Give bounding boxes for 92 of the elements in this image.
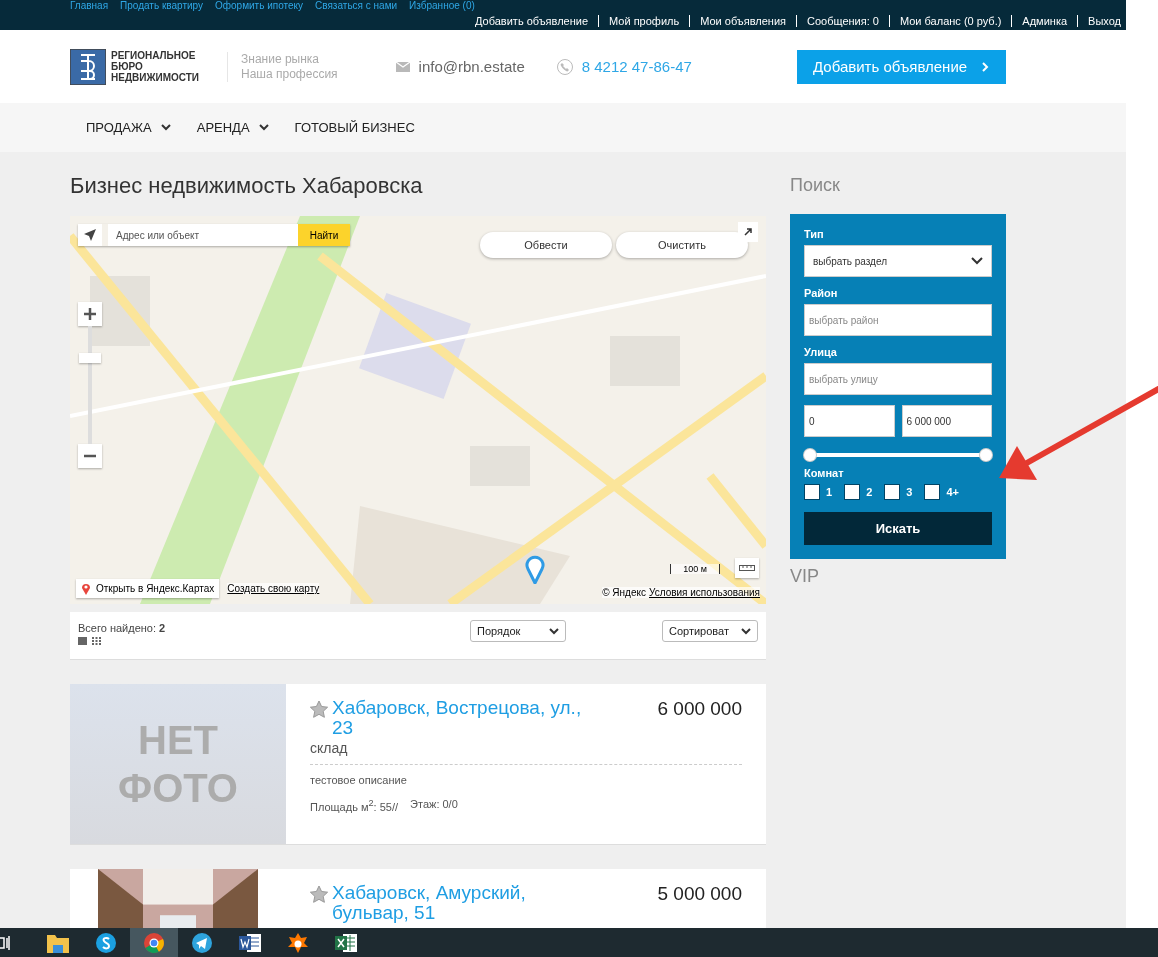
field-label: Район bbox=[804, 287, 839, 299]
user-menu-link[interactable]: Мой профиль bbox=[598, 15, 690, 27]
ruler-icon bbox=[739, 565, 755, 571]
user-menu-link[interactable]: Добавить объявление bbox=[465, 15, 599, 27]
nav-menu-item[interactable]: АРЕНДА bbox=[196, 120, 269, 135]
results-count: Всего найдено: 2 bbox=[78, 622, 166, 634]
user-menu-link[interactable]: Мои объявления bbox=[689, 15, 796, 27]
map-pin-icon bbox=[525, 554, 545, 584]
listing-type: склад bbox=[310, 740, 349, 756]
type-select[interactable]: выбрать раздел bbox=[804, 245, 992, 277]
zoom-out-button[interactable] bbox=[78, 444, 102, 468]
caret-icon bbox=[258, 124, 269, 131]
zoom-slider-thumb[interactable] bbox=[79, 353, 101, 363]
caret-icon bbox=[741, 627, 751, 635]
sort-select[interactable]: Сортироват bbox=[662, 620, 758, 642]
search-button[interactable]: Искать bbox=[804, 512, 992, 545]
folder-icon bbox=[47, 932, 69, 953]
room-label: 4+ bbox=[946, 486, 959, 498]
price-min-field[interactable]: 0 bbox=[804, 405, 895, 437]
caret-icon bbox=[971, 257, 983, 265]
favorite-star-icon[interactable] bbox=[310, 886, 328, 903]
task-view-icon[interactable] bbox=[0, 935, 10, 950]
top-link[interactable]: Продать квартиру bbox=[120, 0, 203, 11]
user-menu-link[interactable]: Мои баланс (0 руб.) bbox=[888, 15, 1012, 27]
caret-icon bbox=[160, 124, 171, 131]
room-checkbox[interactable] bbox=[804, 484, 820, 500]
top-link[interactable]: Оформить ипотеку bbox=[215, 0, 304, 11]
pin-icon bbox=[81, 582, 91, 595]
zoom-in-button[interactable] bbox=[78, 302, 102, 326]
phone-icon bbox=[556, 58, 573, 75]
room-checkbox[interactable] bbox=[924, 484, 941, 500]
open-in-maps-link[interactable]: Открыть в Яндекс.Картах bbox=[76, 579, 220, 598]
tagline: Знание рынка Наша профессия bbox=[227, 51, 338, 82]
room-label: 1 bbox=[826, 486, 833, 498]
listing-description: тестовое описание bbox=[310, 774, 408, 786]
street-field[interactable]: выбрать улицу bbox=[804, 363, 992, 395]
expand-icon bbox=[743, 227, 753, 237]
logo-text: РЕГИОНАЛЬНОЕ БЮРО НЕДВИЖИМОСТИ bbox=[111, 50, 200, 83]
map-tool-button[interactable]: Обвести bbox=[480, 232, 612, 258]
grid-view-icon[interactable] bbox=[92, 637, 101, 645]
nav-menu-item[interactable]: ГОТОВЫЙ БИЗНЕС bbox=[294, 120, 415, 135]
document-app-icon bbox=[239, 932, 261, 953]
listing-price: 5 000 000 bbox=[657, 883, 742, 905]
listing-area: Площадь м$^{2}$: 55// bbox=[310, 798, 399, 813]
locate-button[interactable] bbox=[78, 224, 102, 246]
spreadsheet-app-icon bbox=[335, 932, 357, 953]
nav-menu-item[interactable]: ПРОДАЖА bbox=[86, 120, 171, 135]
plus-icon bbox=[84, 308, 96, 320]
ruler-button[interactable] bbox=[735, 558, 759, 578]
top-link[interactable]: Избранное (0) bbox=[409, 0, 475, 11]
room-label: 2 bbox=[866, 486, 873, 498]
district-field[interactable]: выбрать район bbox=[804, 304, 992, 336]
user-menu-link[interactable]: Сообщения: 0 bbox=[796, 15, 889, 27]
chevron-icon bbox=[981, 61, 990, 72]
range-thumb[interactable] bbox=[980, 449, 992, 461]
envelope-icon bbox=[395, 61, 410, 72]
room-label: 3 bbox=[906, 486, 913, 498]
map-copyright: © Яндекс bbox=[602, 587, 646, 598]
favorite-star-icon[interactable] bbox=[310, 701, 328, 718]
map-tool-button[interactable]: Очистить bbox=[616, 232, 748, 258]
find-button[interactable]: Найти bbox=[298, 224, 350, 246]
listing-floor: Этаж: 0/0 bbox=[410, 798, 458, 812]
logo-icon[interactable] bbox=[70, 48, 106, 85]
search-heading: Поиск bbox=[790, 174, 841, 196]
field-label: Тип bbox=[804, 228, 825, 240]
email-link[interactable]: info@rbn.estate bbox=[418, 58, 525, 75]
locate-icon bbox=[83, 228, 97, 242]
caret-icon bbox=[549, 627, 559, 635]
price-max-field[interactable]: 6 000 000 bbox=[901, 405, 992, 437]
user-menu-link[interactable]: Выход bbox=[1077, 15, 1131, 27]
user-menu-link[interactable]: Админка bbox=[1011, 15, 1078, 27]
map-search-field[interactable]: Адрес или объект bbox=[108, 224, 298, 246]
listing-price: 6 000 000 bbox=[657, 698, 742, 720]
order-select[interactable]: Порядок bbox=[470, 620, 566, 642]
vip-heading: VIP bbox=[790, 565, 820, 587]
antivirus-icon bbox=[287, 931, 309, 954]
fullscreen-button[interactable] bbox=[738, 222, 758, 242]
paper-plane-icon bbox=[191, 931, 213, 954]
terms-link[interactable]: Условия использования bbox=[649, 587, 760, 598]
field-label: Улица bbox=[804, 346, 838, 358]
browser-icon bbox=[143, 931, 165, 954]
room-checkbox[interactable] bbox=[884, 484, 901, 500]
no-photo-label: НЕТ ФОТО bbox=[118, 717, 238, 812]
top-link[interactable]: Главная bbox=[70, 0, 109, 11]
room-checkbox[interactable] bbox=[844, 484, 861, 500]
range-thumb[interactable] bbox=[804, 449, 816, 461]
page-title: Бизнес недвижимость Хабаровска bbox=[70, 172, 424, 200]
field-label: Комнат bbox=[804, 467, 845, 479]
map-scale: 100 м bbox=[670, 564, 720, 574]
chat-app-icon bbox=[95, 931, 117, 954]
top-link[interactable]: Связаться с нами bbox=[315, 0, 398, 11]
create-map-link[interactable]: Создать свою карту bbox=[227, 583, 320, 594]
